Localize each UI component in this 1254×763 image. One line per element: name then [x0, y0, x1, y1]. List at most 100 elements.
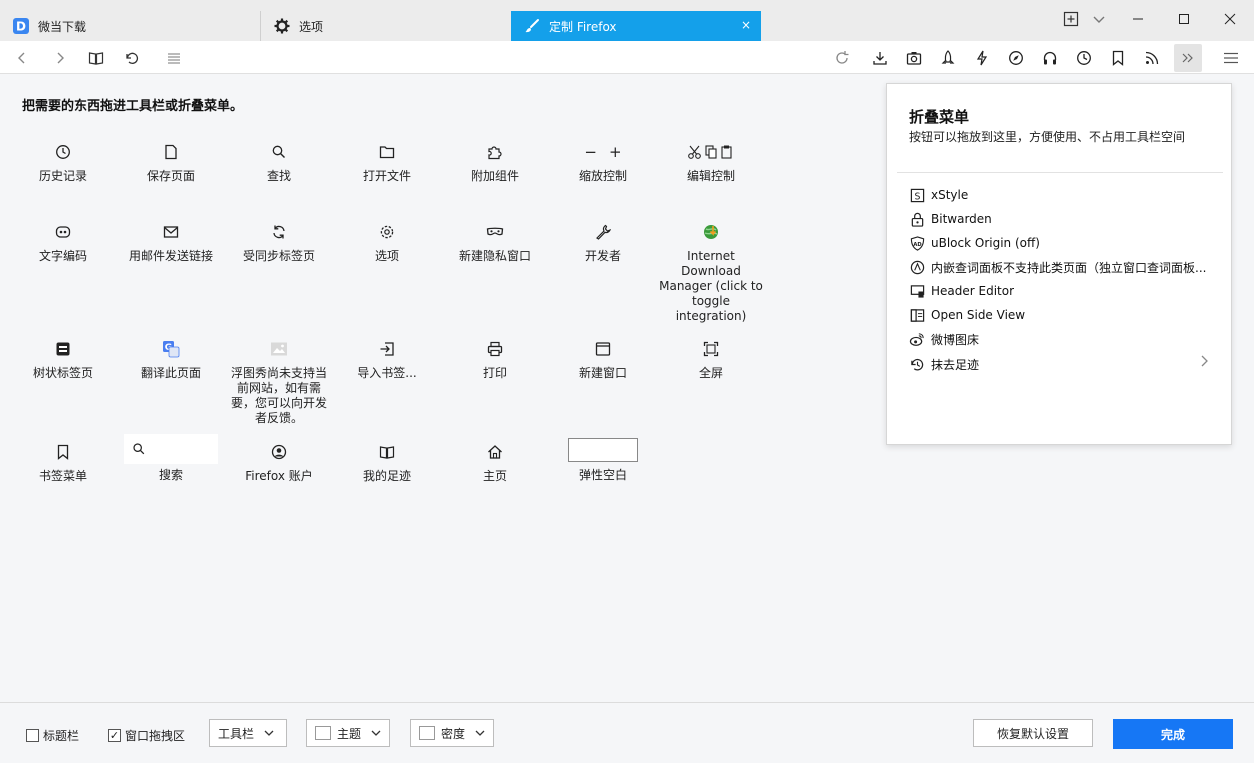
palette-item-options[interactable]: 选项 — [333, 220, 441, 264]
clock-icon[interactable] — [1072, 46, 1096, 70]
panel-item-ublock[interactable]: AD uBlock Origin (off) — [909, 233, 1219, 253]
close-tab-icon[interactable]: × — [741, 18, 751, 32]
panel-item-dictionary[interactable]: 内嵌查词面板不支持此类页面（独立窗口查词面板... — [909, 257, 1219, 277]
palette-item-home[interactable]: 主页 — [441, 440, 549, 484]
ublock-icon: AD — [909, 235, 925, 251]
book-icon[interactable] — [84, 46, 108, 70]
flexible-space-preview — [568, 438, 638, 462]
tab-options[interactable]: 选项 — [260, 11, 510, 41]
palette-item-addons[interactable]: 附加组件 — [441, 140, 549, 184]
svg-text:S: S — [914, 191, 920, 202]
themes-dropdown[interactable]: 主题 — [306, 719, 390, 747]
drag-space-checkbox[interactable]: ✓ 窗口拖拽区 — [108, 727, 185, 744]
palette-item-tree-tabs[interactable]: 树状标签页 — [9, 337, 117, 381]
palette-item-idm[interactable]: Internet Download Manager (click to togg… — [657, 220, 765, 324]
palette-item-import-bookmarks[interactable]: 导入书签... — [333, 337, 441, 381]
screenshot-icon[interactable] — [902, 46, 926, 70]
translate-icon: G — [159, 337, 183, 361]
palette-heading: 把需要的东西拖进工具栏或折叠菜单。 — [22, 99, 244, 114]
import-icon — [375, 337, 399, 361]
panel-item-forget[interactable]: 抹去足迹 — [909, 354, 1219, 374]
customize-footer: 标题栏 ✓ 窗口拖拽区 工具栏 主题 密度 恢复默认设置 完成 — [0, 702, 1254, 763]
density-dropdown[interactable]: 密度 — [410, 719, 494, 747]
image-icon — [267, 337, 291, 361]
restore-defaults-button[interactable]: 恢复默认设置 — [973, 719, 1093, 747]
palette-item-text-encoding[interactable]: 文字编码 — [9, 220, 117, 264]
bookmark-icon[interactable] — [1106, 46, 1130, 70]
back-icon[interactable] — [10, 46, 34, 70]
palette-item-firefox-account[interactable]: Firefox 账户 — [225, 440, 333, 484]
envelope-icon — [159, 220, 183, 244]
palette-item-synced-tabs[interactable]: 受同步标签页 — [225, 220, 333, 264]
zoom-controls-icon: − + — [584, 143, 622, 161]
palette-item-flexible-space[interactable]: 弹性空白 — [549, 438, 657, 483]
weibo-icon — [909, 331, 925, 347]
tab-customize-firefox[interactable]: 定制 Firefox × — [511, 11, 761, 41]
panel-item-header-editor[interactable]: Header Editor — [909, 281, 1219, 301]
titlebar-checkbox[interactable]: 标题栏 — [26, 727, 79, 744]
palette-item-bookmarks-menu[interactable]: 书签菜单 — [9, 440, 117, 484]
search-icon — [267, 140, 291, 164]
minimize-icon[interactable] — [1127, 8, 1149, 30]
forward-icon[interactable] — [48, 46, 72, 70]
checkbox-checked[interactable]: ✓ — [108, 729, 121, 742]
svg-text:AD: AD — [913, 241, 921, 247]
palette-item-print[interactable]: 打印 — [441, 337, 549, 381]
palette-item-developer[interactable]: 开发者 — [549, 220, 657, 264]
download-icon[interactable] — [868, 46, 892, 70]
palette-item-private-window[interactable]: 新建隐私窗口 — [441, 220, 549, 264]
checkbox-unchecked[interactable] — [26, 729, 39, 742]
compass-icon[interactable] — [1004, 46, 1028, 70]
close-window-icon[interactable] — [1219, 8, 1241, 30]
palette-item-search[interactable]: 搜索 — [117, 434, 225, 483]
headphones-icon[interactable] — [1038, 46, 1062, 70]
lightning-icon[interactable] — [970, 46, 994, 70]
palette-item-open-file[interactable]: 打开文件 — [333, 140, 441, 184]
done-button[interactable]: 完成 — [1113, 719, 1233, 749]
tab-weidown[interactable]: D 微当下载 — [0, 11, 258, 41]
palette-item-translate[interactable]: G 翻译此页面 — [117, 337, 225, 381]
svg-text:D: D — [16, 20, 26, 34]
home-icon — [483, 440, 507, 464]
palette-item-find[interactable]: 查找 — [225, 140, 333, 184]
palette-item-my-footprints[interactable]: 我的足迹 — [333, 440, 441, 484]
tab-list-chevron-icon[interactable] — [1088, 8, 1110, 30]
palette-item-image-viewer[interactable]: 浮图秀尚未支持当前网站，如有需要，您可以向开发者反馈。 — [225, 337, 333, 426]
panel-description: 按钮可以拖放到这里，方便使用、不占用工具栏空间 — [909, 130, 1186, 144]
palette-item-email-link[interactable]: 用邮件发送链接 — [117, 220, 225, 264]
palette-item-save-page[interactable]: 保存页面 — [117, 140, 225, 184]
panel-item-open-side-view[interactable]: Open Side View — [909, 305, 1219, 325]
toolbars-dropdown[interactable]: 工具栏 — [209, 719, 287, 747]
folder-icon — [375, 140, 399, 164]
reload-icon[interactable] — [830, 46, 854, 70]
window-icon — [591, 337, 615, 361]
text-encoding-icon — [51, 220, 75, 244]
chevron-right-icon[interactable] — [1199, 354, 1209, 371]
tab-label: 选项 — [299, 19, 324, 34]
palette-item-edit-controls[interactable]: 编辑控制 — [657, 140, 765, 184]
sync-icon — [267, 220, 291, 244]
panel-item-bitwarden[interactable]: Bitwarden — [909, 209, 1219, 229]
history-icon — [51, 140, 75, 164]
brush-icon — [523, 17, 541, 35]
gear-icon — [273, 17, 291, 35]
panel-item-xstyle[interactable]: S xStyle — [909, 185, 1219, 205]
palette-item-zoom-controls[interactable]: − + 缩放控制 — [549, 140, 657, 184]
palette-item-new-window[interactable]: 新建窗口 — [549, 337, 657, 381]
undo-close-tab-icon[interactable] — [120, 46, 144, 70]
new-tab-icon[interactable] — [1060, 8, 1082, 30]
gear-icon — [375, 220, 399, 244]
rocket-icon[interactable] — [936, 46, 960, 70]
palette-item-fullscreen[interactable]: 全屏 — [657, 337, 765, 381]
book-icon — [375, 440, 399, 464]
rss-icon[interactable] — [1140, 46, 1164, 70]
overflow-menu-icon[interactable] — [1174, 44, 1202, 72]
weidown-logo-icon: D — [12, 17, 30, 35]
palette-item-history[interactable]: 历史记录 — [9, 140, 117, 184]
hamburger-menu-icon[interactable] — [1219, 46, 1243, 70]
search-field-preview — [124, 434, 218, 464]
tab-label: 定制 Firefox — [549, 19, 617, 34]
panel-item-weibo[interactable]: 微博图床 — [909, 329, 1219, 349]
maximize-icon[interactable] — [1173, 8, 1195, 30]
menu-lines-icon[interactable] — [162, 46, 186, 70]
